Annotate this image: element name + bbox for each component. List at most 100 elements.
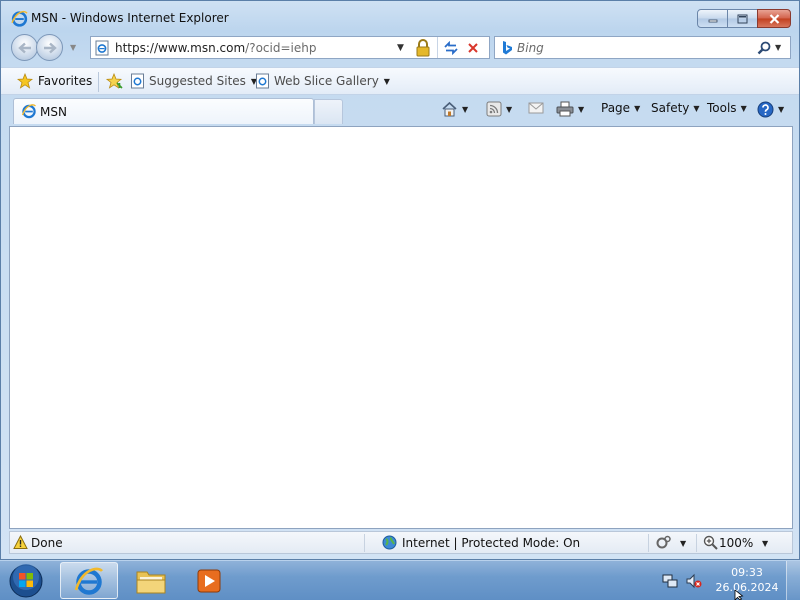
taskbar: 09:33 26.06.2024 (0, 560, 800, 600)
taskbar-internet-explorer[interactable] (60, 562, 118, 599)
favorites-bar: Favorites Suggested Sites ▼ Web Slice Ga… (1, 67, 799, 95)
ie-logo-icon (74, 567, 104, 595)
status-divider (696, 534, 697, 552)
navigation-bar: ▼ https://www.msn.com/?ocid=iehp ▼ Bing … (1, 33, 799, 63)
mouse-cursor-icon (734, 590, 744, 600)
page-icon (95, 40, 109, 56)
stop-icon[interactable] (467, 42, 479, 54)
url-scheme: https://www. (115, 41, 191, 55)
search-options-dropdown[interactable]: ▼ (775, 43, 781, 52)
close-icon (769, 13, 779, 24)
safety-menu[interactable]: Safety ▼ (651, 101, 700, 115)
safety-menu-label: Safety (651, 101, 690, 115)
read-mail-button[interactable] (528, 101, 544, 115)
add-favorite-icon (105, 72, 123, 89)
bing-icon (503, 41, 512, 55)
new-tab-button[interactable] (314, 99, 343, 124)
folder-icon (136, 571, 166, 593)
maximize-button[interactable] (727, 9, 758, 28)
favorites-separator (98, 72, 99, 92)
forward-button[interactable] (36, 34, 63, 61)
close-button[interactable] (757, 9, 791, 28)
page-menu[interactable]: Page ▼ (601, 101, 640, 115)
network-icon[interactable] (662, 573, 678, 589)
clock-date: 26.06.2024 (715, 581, 779, 594)
minimize-button[interactable] (697, 9, 728, 28)
chevron-down-icon: ▼ (383, 76, 390, 86)
minimize-icon (708, 19, 717, 22)
ie-logo-icon (21, 104, 36, 119)
zoom-icon[interactable] (703, 535, 718, 550)
search-input[interactable] (517, 39, 747, 56)
favorites-star-icon (17, 73, 33, 89)
url-path: /?ocid=iehp (245, 41, 317, 55)
tools-menu[interactable]: Tools ▼ (707, 101, 747, 115)
address-separator (437, 37, 438, 58)
lock-icon[interactable] (415, 39, 431, 57)
status-divider (364, 534, 365, 552)
status-text: Done (31, 536, 63, 550)
clock-time: 09:33 (731, 566, 763, 579)
url-domain: msn.com (190, 41, 246, 55)
media-player-icon (197, 569, 221, 592)
address-url[interactable]: https://www.msn.com/?ocid=iehp (115, 41, 316, 55)
chevron-down-icon[interactable]: ▼ (680, 539, 686, 548)
tab-msn[interactable]: MSN (13, 98, 314, 124)
address-bar[interactable]: https://www.msn.com/?ocid=iehp ▼ (90, 36, 490, 59)
address-dropdown[interactable]: ▼ (397, 43, 404, 53)
favorites-label: Favorites (38, 74, 93, 88)
chevron-down-icon: ▼ (506, 104, 513, 114)
title-bar[interactable]: MSN - Windows Internet Explorer (1, 1, 799, 35)
volume-muted-icon[interactable] (686, 573, 702, 589)
recent-pages-dropdown[interactable]: ▼ (70, 43, 76, 52)
page-icon (131, 73, 144, 89)
add-to-favorites-bar-button[interactable] (105, 72, 123, 93)
status-divider (648, 534, 649, 552)
internet-zone-icon (382, 535, 397, 550)
back-arrow-icon (17, 42, 31, 53)
security-zone-text[interactable]: Internet | Protected Mode: On (402, 536, 580, 550)
maximize-icon (737, 14, 748, 23)
print-icon (556, 101, 574, 117)
taskbar-windows-explorer[interactable] (122, 562, 180, 599)
zoom-level[interactable]: 100% (719, 536, 753, 550)
favorites-link-suggested-sites[interactable]: Suggested Sites ▼ (130, 73, 257, 89)
caption-buttons (697, 9, 791, 28)
forward-arrow-icon (43, 42, 57, 53)
zoom-dropdown-icon[interactable]: ▼ (762, 539, 768, 548)
feeds-icon (486, 101, 502, 117)
favorites-button[interactable]: Favorites (17, 73, 92, 89)
system-clock[interactable]: 09:33 26.06.2024 (712, 565, 782, 595)
page-menu-label: Page (601, 101, 631, 115)
favorites-link-web-slice-gallery[interactable]: Web Slice Gallery ▼ (255, 73, 390, 89)
chevron-down-icon: ▼ (693, 103, 700, 113)
show-desktop-button[interactable] (786, 561, 800, 600)
chevron-down-icon: ▼ (462, 104, 469, 114)
search-icon[interactable] (757, 41, 771, 55)
search-box[interactable]: ▼ (494, 36, 791, 59)
refresh-icon[interactable] (443, 41, 459, 55)
chevron-down-icon: ▼ (634, 103, 641, 113)
manage-addons-icon[interactable] (656, 535, 672, 550)
back-button[interactable] (11, 34, 38, 61)
page-icon (256, 73, 269, 89)
print-button[interactable]: ▼ (556, 101, 584, 117)
chevron-down-icon: ▼ (578, 104, 585, 114)
home-icon (442, 101, 457, 117)
home-button[interactable]: ▼ (441, 101, 468, 117)
tools-menu-label: Tools (707, 101, 737, 115)
start-button[interactable] (7, 563, 45, 599)
suggested-sites-label: Suggested Sites (149, 74, 246, 88)
ie-logo-icon (11, 10, 28, 27)
chevron-down-icon: ▼ (778, 105, 785, 114)
help-icon (757, 101, 774, 118)
feeds-button[interactable]: ▼ (486, 101, 512, 117)
taskbar-media-player[interactable] (180, 562, 238, 599)
page-content[interactable] (9, 126, 793, 529)
tab-bar: MSN ▼ ▼ ▼ Page ▼ Safety ▼ Tools ▼ ▼ (1, 96, 799, 124)
warning-icon (13, 535, 28, 549)
back-forward-group (11, 34, 63, 61)
browser-window: MSN - Windows Internet Explorer ▼ https:… (0, 0, 800, 560)
help-button[interactable]: ▼ (757, 101, 784, 118)
web-slice-gallery-label: Web Slice Gallery (274, 74, 379, 88)
